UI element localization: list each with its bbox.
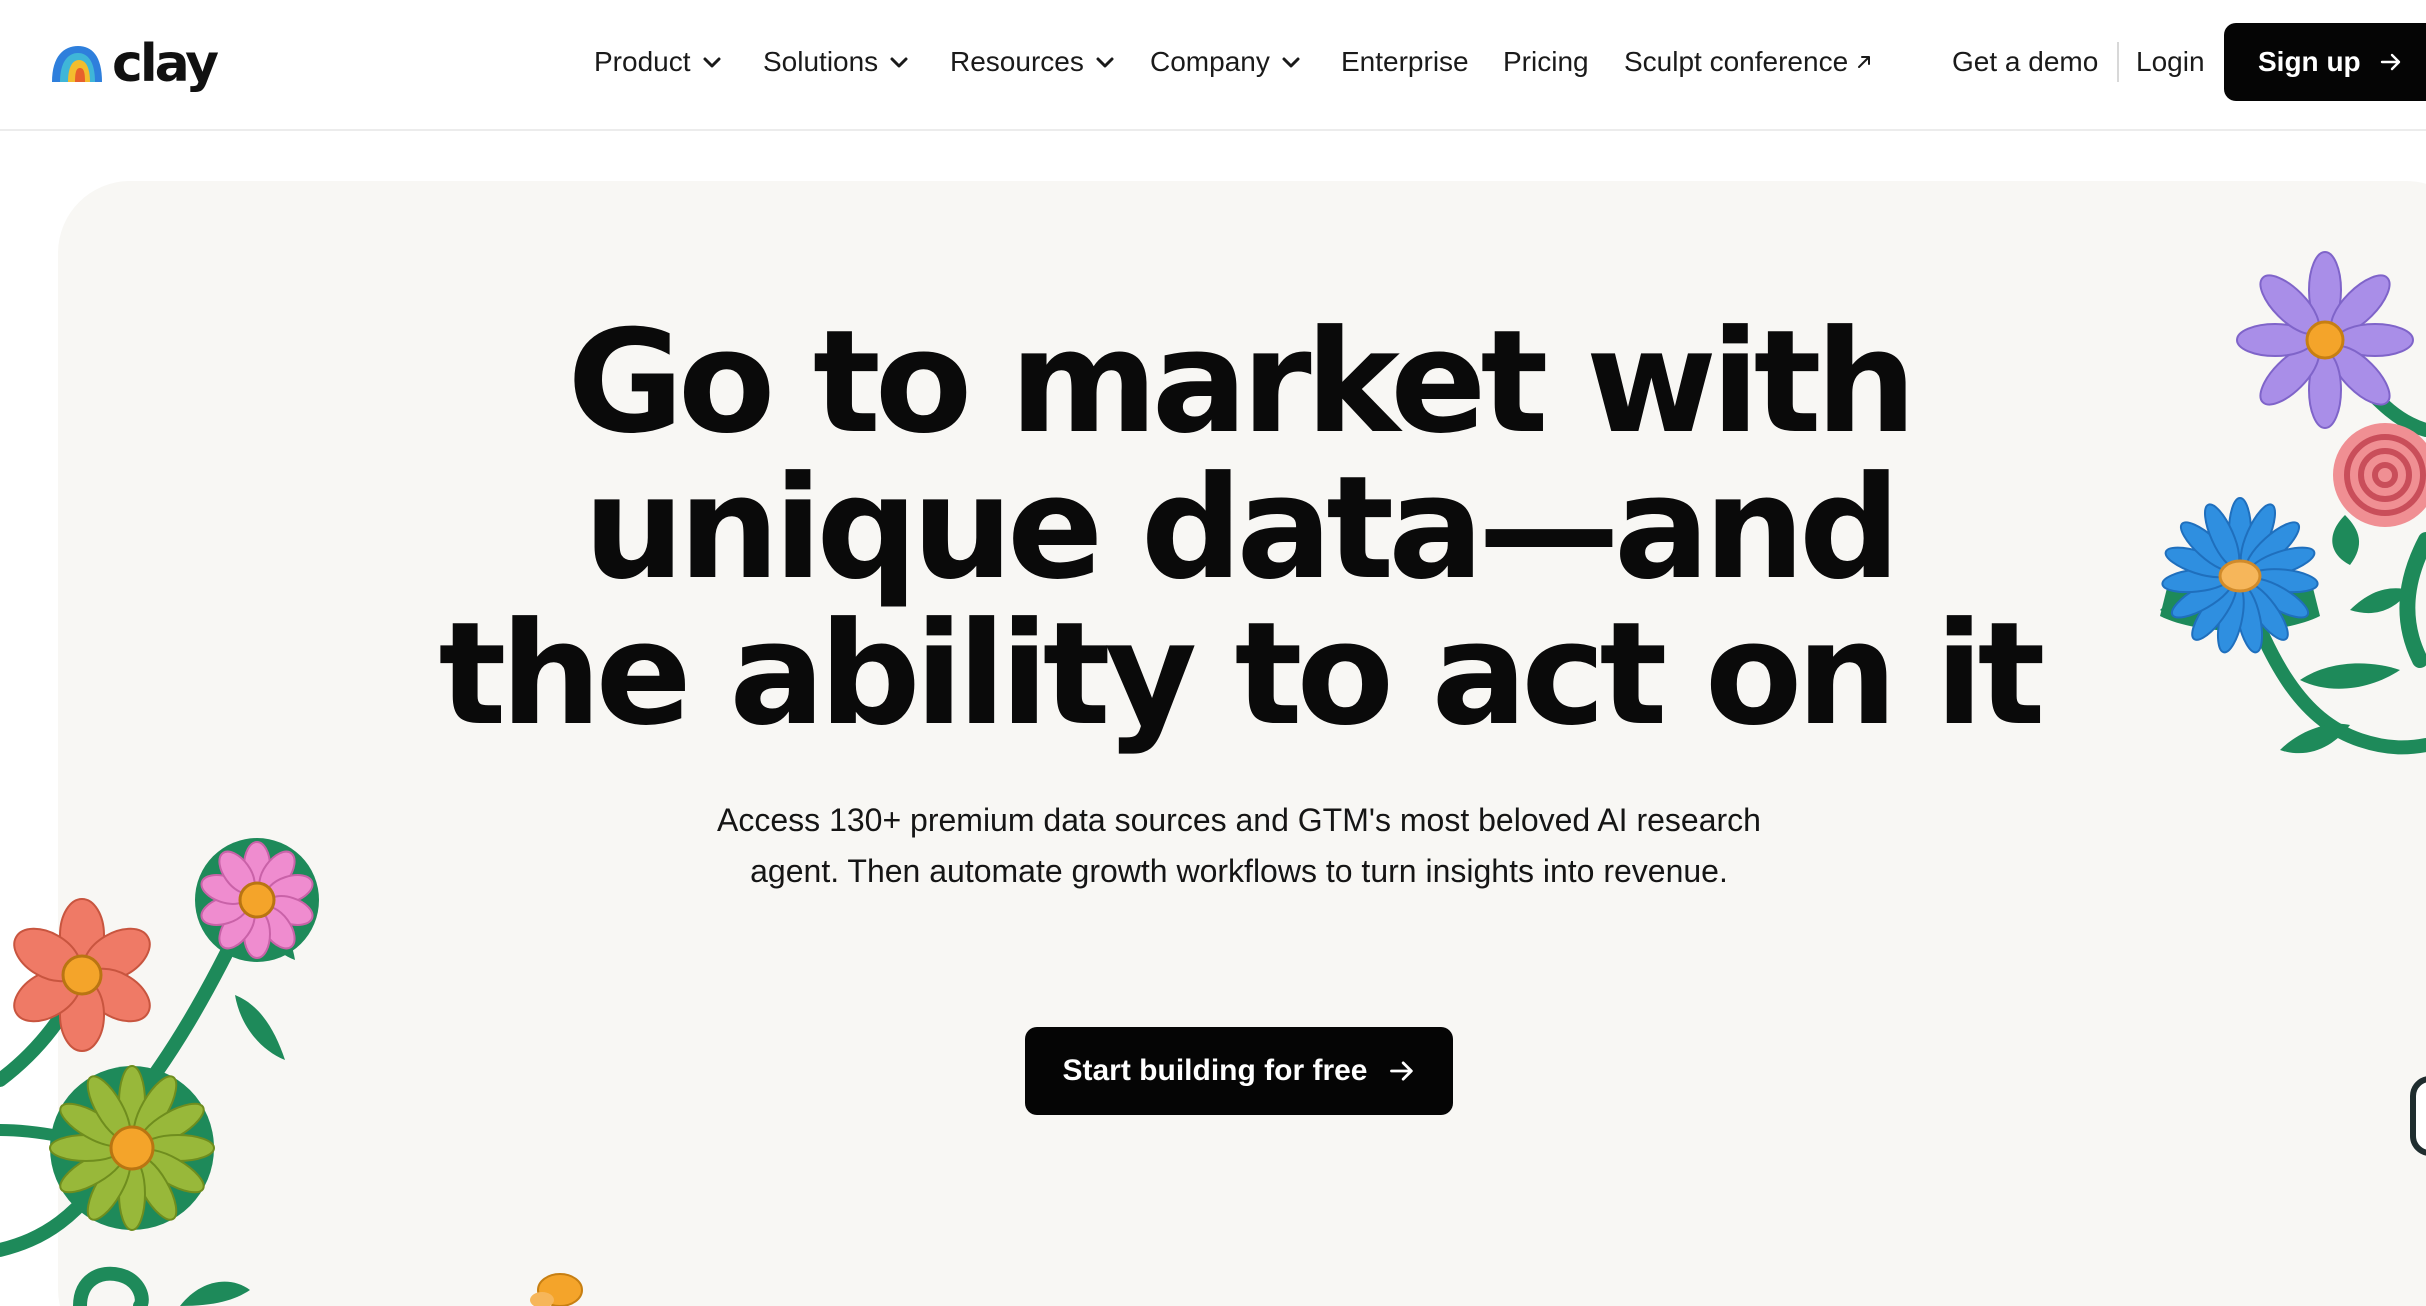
arrow-right-icon <box>2380 53 2400 71</box>
nav-sculpt-label: Sculpt conference <box>1624 46 1849 77</box>
chat-widget-button[interactable] <box>2410 1076 2426 1156</box>
pink-flower-icon <box>195 838 319 962</box>
nav-product-label: Product <box>594 46 691 77</box>
get-demo-link[interactable]: Get a demo <box>1952 42 2098 82</box>
nav-product[interactable]: Product <box>594 42 723 82</box>
main-nav: Product Solutions Resources Company Ente… <box>0 0 2426 125</box>
chevron-down-icon <box>1096 57 1114 68</box>
nav-solutions[interactable]: Solutions <box>763 42 910 82</box>
nav-enterprise[interactable]: Enterprise <box>1341 42 1469 82</box>
start-building-label: Start building for free <box>1062 1054 1368 1087</box>
hero-subtitle: Access 130+ premium data sources and GTM… <box>717 802 1761 889</box>
page: clay Product Solutions Resources Company… <box>0 0 2426 1306</box>
nav-resources-label: Resources <box>950 46 1084 77</box>
hero-title-line: the ability to act on it <box>438 592 2046 757</box>
get-demo-label: Get a demo <box>1952 46 2099 77</box>
start-building-button[interactable]: Start building for free <box>1025 1027 1453 1115</box>
flowers-right-decoration <box>2160 251 2426 755</box>
arrow-right-icon <box>1389 1061 1413 1081</box>
login-label: Login <box>2136 46 2205 77</box>
flowers-left-decoration <box>0 838 583 1306</box>
rose-flower-icon <box>2332 423 2426 565</box>
nav-sculpt-conference[interactable]: Sculpt conference <box>1624 42 1872 82</box>
nav-company[interactable]: Company <box>1150 42 1302 82</box>
signup-button[interactable]: Sign up <box>2224 23 2426 101</box>
arrow-up-right-icon <box>1858 56 1871 68</box>
nav-pricing[interactable]: Pricing <box>1503 42 1589 82</box>
hero-title: Go to market with unique data—and the ab… <box>0 310 2426 748</box>
login-link[interactable]: Login <box>2136 42 2205 82</box>
orange-bud-icon <box>530 1273 583 1306</box>
site-header: clay Product Solutions Resources Company… <box>0 0 2426 131</box>
chevron-down-icon <box>703 57 720 68</box>
chevron-down-icon <box>890 57 908 68</box>
nav-enterprise-label: Enterprise <box>1341 46 1469 77</box>
lime-flower-icon <box>49 1065 215 1231</box>
hero-title-line: Go to market with <box>567 300 1916 465</box>
purple-flower-icon <box>2236 251 2414 429</box>
chevron-down-icon <box>1282 57 1300 68</box>
nav-resources[interactable]: Resources <box>950 42 1116 82</box>
nav-divider <box>2117 42 2119 82</box>
nav-pricing-label: Pricing <box>1503 46 1589 77</box>
nav-company-label: Company <box>1150 46 1270 77</box>
signup-label: Sign up <box>2258 46 2361 77</box>
coral-flower-icon <box>13 898 151 1052</box>
hero-title-line: unique data—and <box>583 446 1900 611</box>
nav-solutions-label: Solutions <box>763 46 879 77</box>
blue-flower-icon <box>2160 497 2320 654</box>
